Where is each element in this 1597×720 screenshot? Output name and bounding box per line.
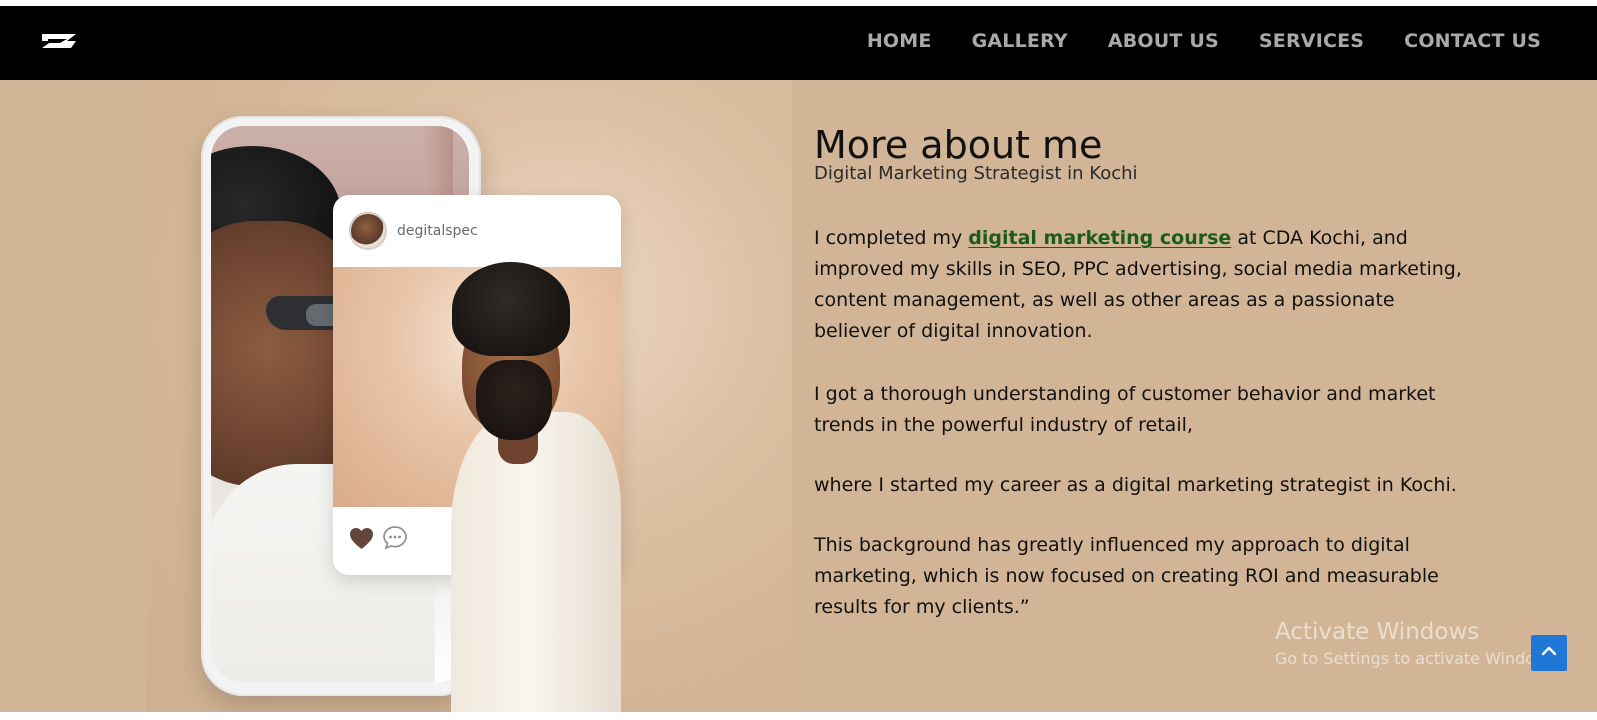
avatar xyxy=(349,212,387,250)
post-username: degitalspec xyxy=(397,223,478,239)
standing-person-hair xyxy=(452,262,570,356)
intro-paragraph: I completed my digital marketing course … xyxy=(814,223,1464,347)
approach-paragraph: This background has greatly influenced m… xyxy=(814,534,1439,618)
standing-person-beard xyxy=(476,360,552,440)
nav-gallery-link[interactable]: GALLERY xyxy=(972,30,1068,52)
standing-person-shirt xyxy=(451,412,621,712)
profile-image-composite: degitalspec xyxy=(146,80,792,712)
comment-icon xyxy=(382,525,408,555)
post-actions xyxy=(349,525,408,555)
about-content: More about me Digital Marketing Strategi… xyxy=(814,80,1514,712)
site-header: HOME GALLERY ABOUT US SERVICES CONTACT U… xyxy=(0,0,1597,80)
main-navigation: HOME GALLERY ABOUT US SERVICES CONTACT U… xyxy=(867,30,1541,52)
nav-services-link[interactable]: SERVICES xyxy=(1259,30,1364,52)
chevron-up-icon xyxy=(1540,642,1558,664)
career-paragraph: where I started my career as a digital m… xyxy=(814,474,1457,496)
nav-home-link[interactable]: HOME xyxy=(867,30,932,52)
section-bottom-border xyxy=(0,712,1597,720)
digital-marketing-course-link[interactable]: digital marketing course xyxy=(968,227,1231,249)
intro-paragraph-prefix: I completed my xyxy=(814,227,969,249)
header-top-border xyxy=(0,0,1597,6)
about-subtitle: Digital Marketing Strategist in Kochi xyxy=(814,163,1138,184)
retail-paragraph: I got a thorough understanding of custom… xyxy=(814,383,1436,436)
nav-contact-us-link[interactable]: CONTACT US xyxy=(1404,30,1541,52)
nav-about-us-link[interactable]: ABOUT US xyxy=(1108,30,1219,52)
post-header: degitalspec xyxy=(333,195,621,267)
about-section: degitalspec More about me Digital Market… xyxy=(0,80,1597,720)
heart-icon xyxy=(349,527,374,554)
back-to-top-button[interactable] xyxy=(1531,635,1567,671)
standing-person-cutout xyxy=(436,262,686,712)
brand-logo-icon[interactable] xyxy=(40,31,78,51)
